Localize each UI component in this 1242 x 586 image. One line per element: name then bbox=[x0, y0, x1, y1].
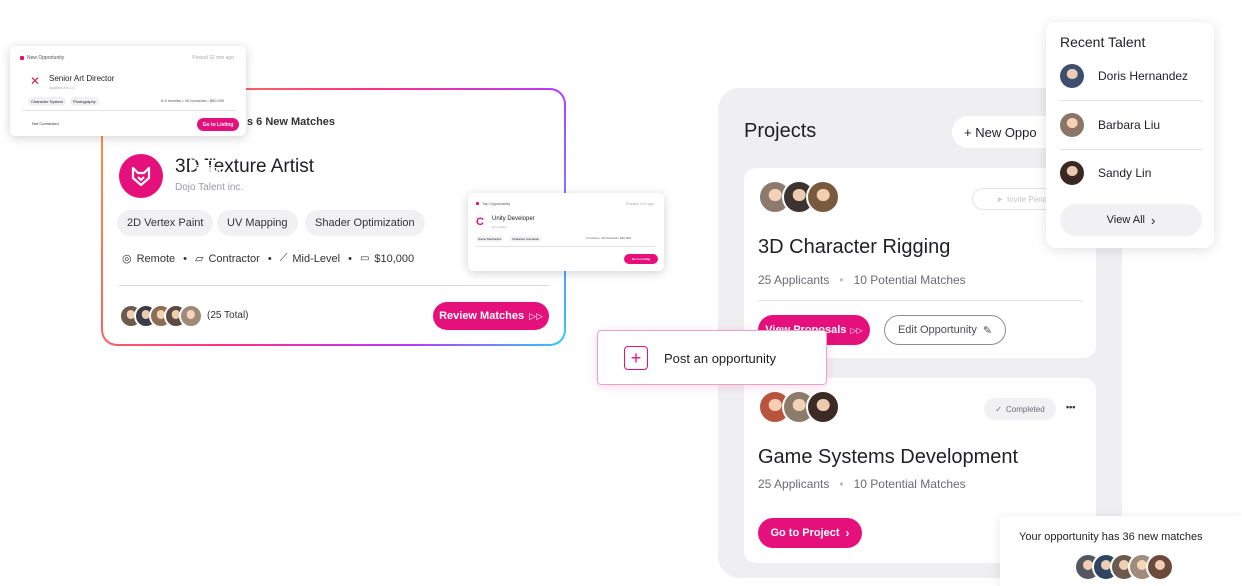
separator-dot: • bbox=[348, 252, 352, 265]
go-to-listing-button[interactable]: Go to Listing bbox=[624, 254, 658, 264]
talent-divider bbox=[1060, 100, 1202, 101]
avatar bbox=[1060, 113, 1084, 137]
talent-name: Sandy Lin bbox=[1098, 166, 1152, 180]
opportunity-company: Dev Studio bbox=[492, 225, 507, 229]
pin-icon bbox=[476, 202, 479, 205]
unity-card-header: Top Opportunity bbox=[476, 201, 510, 206]
project-team-avatars bbox=[758, 390, 840, 424]
posted-time: Posted 32 min ago bbox=[192, 55, 234, 61]
project-title: Game Systems Development bbox=[758, 446, 1019, 468]
projects-title: Projects bbox=[744, 120, 817, 142]
talent-item[interactable]: Doris Hernandez bbox=[1060, 64, 1188, 88]
talent-item[interactable]: Sandy Lin bbox=[1060, 161, 1151, 185]
contract-type-text: Contractor bbox=[208, 252, 260, 265]
potential-matches-count: 10 Potential Matches bbox=[853, 477, 966, 491]
recent-talent-panel: Recent Talent Doris Hernandez Barbara Li… bbox=[1046, 22, 1214, 248]
post-opportunity-button[interactable]: + Post an opportunity bbox=[597, 330, 827, 385]
opportunity-meta: 3 months • 30 hours/wk • $30,000 bbox=[586, 236, 631, 240]
posted-time: Posted 3 hr ago bbox=[625, 201, 654, 206]
talent-name: Doris Hernandez bbox=[1098, 69, 1189, 83]
notification-avatars bbox=[1074, 553, 1174, 581]
fast-forward-icon: ▷▷ bbox=[850, 325, 863, 335]
view-all-button[interactable]: View All › bbox=[1060, 204, 1202, 236]
contract-icon: ▱ bbox=[195, 253, 204, 265]
talent-name: Barbara Liu bbox=[1098, 118, 1161, 132]
budget-icon: ▭ bbox=[359, 253, 370, 264]
more-options-button[interactable]: ••• bbox=[1066, 402, 1075, 412]
avatar bbox=[1060, 161, 1084, 185]
location-text: Remote bbox=[136, 252, 176, 265]
project-team-avatars bbox=[758, 180, 840, 214]
separator-dot: • bbox=[839, 273, 844, 287]
job-meta-row: ◎ Remote • ▱ Contractor • ⟋ Mid-Level • … bbox=[122, 252, 414, 265]
connection-status: Not Connected bbox=[32, 121, 59, 126]
location-pin-icon: ◎ bbox=[122, 253, 132, 265]
check-icon: ✓ bbox=[995, 404, 1002, 414]
tag-game-mechanics: Game Mechanics bbox=[476, 236, 504, 242]
avatar bbox=[179, 304, 203, 328]
recent-talent-title: Recent Talent bbox=[1060, 34, 1146, 50]
pin-icon bbox=[20, 56, 24, 60]
potential-matches-count: 10 Potential Matches bbox=[853, 273, 966, 287]
talent-divider bbox=[1060, 149, 1202, 150]
chevron-right-icon: › bbox=[1150, 212, 1156, 228]
tag-character-system: Character System bbox=[28, 97, 67, 106]
budget-text: $10,000 bbox=[374, 252, 415, 265]
avatar bbox=[1146, 553, 1174, 581]
chevron-right-icon: › bbox=[845, 526, 850, 540]
new-matches-text: s 6 New Matches bbox=[247, 116, 336, 128]
avatar bbox=[1060, 64, 1084, 88]
new-opportunity-header: New Opportunity bbox=[20, 55, 64, 61]
opportunity-title: Senior Art Director bbox=[49, 74, 115, 83]
notification-text: Your opportunity has 36 new matches bbox=[1019, 531, 1203, 543]
go-to-project-button[interactable]: Go to Project › bbox=[758, 518, 862, 548]
avatar bbox=[806, 390, 840, 424]
applicants-count: 25 Applicants bbox=[758, 273, 830, 287]
completed-badge: ✓ Completed bbox=[984, 398, 1056, 420]
company-name: Dojo Talent inc. bbox=[175, 182, 244, 193]
separator-dot: • bbox=[267, 252, 272, 265]
separator-dot: • bbox=[183, 252, 187, 265]
opportunity-title: Unity Developer bbox=[492, 216, 535, 222]
fast-forward-icon: ▷▷ bbox=[529, 310, 543, 321]
card-divider bbox=[119, 285, 549, 286]
opportunity-company: Applied Art Co. bbox=[49, 85, 76, 90]
pencil-icon: ✎ bbox=[982, 324, 993, 337]
unity-developer-card: Top Opportunity Posted 3 hr ago C Unity … bbox=[468, 193, 664, 271]
send-icon: ➤ bbox=[996, 194, 1003, 204]
tag-photography: Photography bbox=[70, 97, 99, 106]
separator-dot: • bbox=[839, 477, 844, 491]
new-matches-notification[interactable]: Your opportunity has 36 new matches bbox=[1000, 516, 1242, 586]
company-logo-icon: ✕ bbox=[29, 74, 41, 88]
level-text: Mid-Level bbox=[292, 252, 341, 265]
project-title: 3D Character Rigging bbox=[758, 236, 951, 258]
company-logo-icon bbox=[119, 154, 163, 198]
unity-logo-icon: C bbox=[476, 216, 484, 228]
post-opportunity-label: Post an opportunity bbox=[664, 351, 777, 366]
opportunity-meta: 6-9 months • 40 hours/wk • $50,000 bbox=[161, 98, 225, 103]
fox-logo-icon bbox=[131, 166, 151, 187]
total-matches-count: (25 Total) bbox=[207, 310, 249, 321]
applicants-count: 25 Applicants bbox=[758, 477, 830, 491]
skill-chip: 2D Vertex Paint bbox=[117, 210, 214, 236]
avatar bbox=[806, 180, 840, 214]
project-stats: 25 Applicants • 10 Potential Matches bbox=[758, 273, 966, 287]
tag-character-animation: Character Animation bbox=[510, 236, 542, 242]
skill-chip: Shader Optimization bbox=[305, 210, 425, 236]
card-divider bbox=[22, 110, 236, 111]
go-to-listing-button[interactable]: Go to Listing bbox=[197, 118, 239, 131]
matched-talent-avatars[interactable] bbox=[119, 304, 203, 328]
talent-item[interactable]: Barbara Liu bbox=[1060, 113, 1160, 137]
card-divider bbox=[476, 246, 656, 247]
skill-chip: UV Mapping bbox=[217, 210, 298, 236]
edit-opportunity-button[interactable]: Edit Opportunity ✎ bbox=[884, 315, 1006, 345]
project-stats: 25 Applicants • 10 Potential Matches bbox=[758, 477, 966, 491]
card-divider bbox=[758, 300, 1082, 301]
level-icon: ⟋ bbox=[279, 252, 288, 264]
plus-icon: + bbox=[624, 346, 648, 370]
review-matches-button[interactable]: Review Matches ▷▷ bbox=[433, 302, 549, 330]
